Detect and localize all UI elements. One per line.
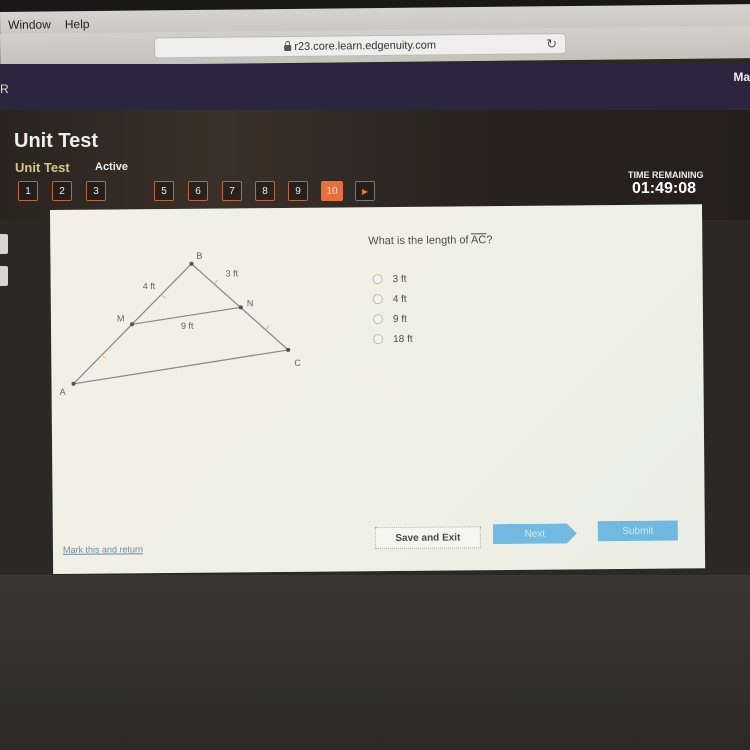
question-button-10[interactable]: 10 [321, 181, 343, 201]
question-button-3[interactable]: 3 [86, 181, 106, 201]
label-b: B [196, 251, 202, 261]
answer-option[interactable]: 4 ft [372, 289, 413, 309]
question-button-9[interactable]: 9 [288, 181, 308, 201]
answer-options: 3 ft 4 ft 9 ft 18 ft [372, 269, 413, 349]
option-label: 3 ft [392, 273, 407, 285]
page-title: Unit Test [14, 130, 99, 152]
label-bm-length: 4 ft [143, 281, 156, 291]
question-button-6[interactable]: 6 [188, 181, 208, 201]
next-button[interactable]: Next [493, 523, 577, 544]
question-button-1[interactable]: 1 [18, 181, 38, 201]
label-c: C [294, 358, 301, 368]
label-mn-length: 9 ft [181, 321, 194, 331]
question-navigation: 1 2 3 5 6 7 8 9 10 ▶ [0, 181, 400, 207]
point-m [130, 322, 135, 327]
reload-icon[interactable]: ↻ [546, 36, 557, 52]
question-button-7[interactable]: 7 [222, 181, 242, 201]
answer-option[interactable]: 9 ft [372, 309, 413, 329]
tick-mark-am [99, 354, 107, 359]
segment-ac [73, 349, 289, 385]
radio-button[interactable] [372, 314, 384, 325]
question-segment: AC [470, 234, 487, 247]
radio-button[interactable] [373, 334, 384, 345]
label-bn-length: 3 ft [226, 268, 239, 278]
point-b [189, 261, 194, 266]
next-questions-button[interactable]: ▶ [355, 181, 375, 201]
question-text: What is the length of AC? [368, 234, 492, 247]
question-button-2[interactable]: 2 [52, 181, 72, 201]
screen: Window Help r23.core.learn.edgenuity.com… [0, 0, 750, 750]
app-bar-left-label: R [0, 82, 9, 96]
lock-icon [284, 44, 292, 51]
label-a: A [60, 387, 66, 397]
question-panel: A B C M N 4 ft 3 ft 9 ft What is the len… [50, 204, 706, 574]
question-suffix: ? [486, 234, 493, 247]
triangle-diagram: A B C M N 4 ft 3 ft 9 ft [60, 251, 302, 397]
play-arrow-icon: ▶ [361, 186, 369, 196]
status-label: Active [95, 161, 129, 173]
point-n [238, 305, 243, 310]
app-bar: R Ma [0, 64, 750, 110]
mark-and-return-link[interactable]: Mark this and return [63, 544, 143, 555]
question-prefix: What is the length of [368, 234, 472, 248]
address-bar[interactable]: r23.core.learn.edgenuity.com ↻ [154, 33, 567, 59]
time-remaining-label: TIME REMAINING [628, 170, 704, 180]
user-menu[interactable]: Ma [733, 70, 750, 84]
test-header: Unit Test Unit Test Active 1 2 3 5 6 7 8… [0, 110, 750, 220]
label-n: N [247, 298, 254, 308]
formula-icon[interactable] [0, 266, 8, 286]
radio-button[interactable] [372, 294, 383, 305]
option-label: 18 ft [393, 333, 413, 345]
question-button-8[interactable]: 8 [255, 181, 275, 201]
option-label: 4 ft [392, 293, 407, 305]
tick-mark-bm [159, 293, 167, 299]
menu-window[interactable]: Window [8, 17, 51, 31]
browser-toolbar: r23.core.learn.edgenuity.com ↻ [0, 26, 750, 66]
radio-button[interactable] [372, 274, 383, 285]
answer-option[interactable]: 3 ft [372, 269, 413, 289]
label-m: M [117, 313, 125, 323]
menu-help[interactable]: Help [65, 17, 90, 31]
tick-mark-nc [264, 324, 270, 332]
calculator-icon[interactable] [0, 234, 8, 254]
question-button-5[interactable]: 5 [154, 181, 174, 201]
option-label: 9 ft [392, 313, 407, 325]
activity-subtitle: Unit Test [15, 160, 70, 175]
submit-button[interactable]: Submit [597, 520, 678, 542]
page-background [0, 575, 750, 750]
save-and-exit-button[interactable]: Save and Exit [374, 526, 481, 550]
answer-option[interactable]: 18 ft [373, 329, 413, 349]
point-a [71, 381, 76, 386]
time-remaining-value: 01:49:08 [632, 180, 697, 197]
point-c [286, 347, 291, 352]
url-text: r23.core.learn.edgenuity.com [294, 38, 437, 53]
